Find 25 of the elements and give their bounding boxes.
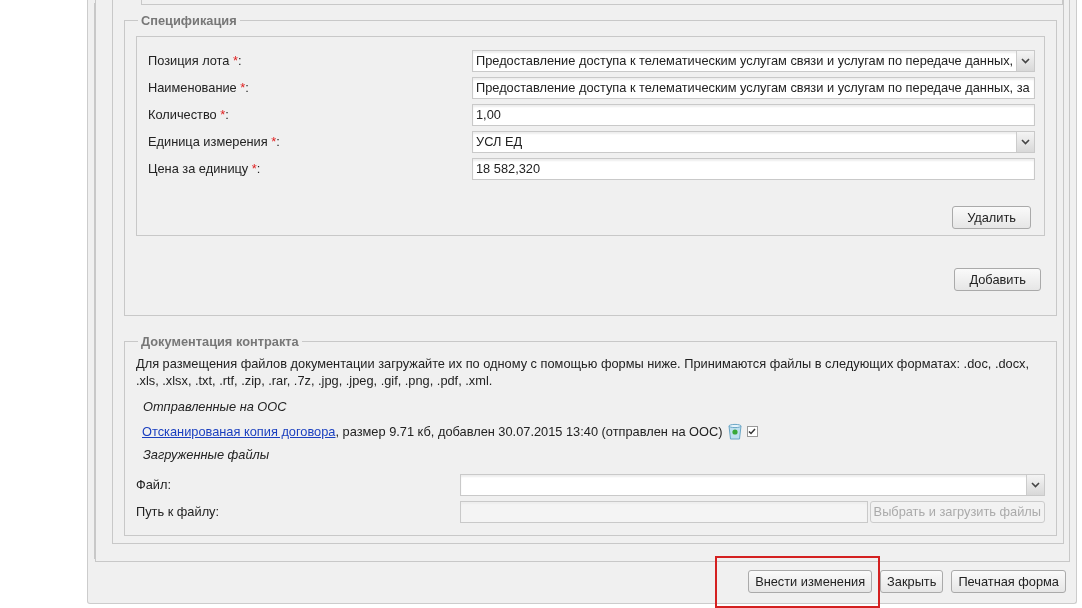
field-label: Путь к файлу:	[136, 504, 221, 519]
dropdown-field[interactable]	[460, 473, 1045, 496]
field-label: Файл:	[136, 477, 173, 492]
field-label: Цена за единицу *:	[148, 161, 262, 176]
dropdown-field[interactable]: Предоставление доступа к телематическим услугам связи и услугам по передаче данных,	[472, 49, 1035, 72]
file-details: , размер 9.71 кб, добавлен 30.07.2015 13:40 (отправлен на ООС)	[335, 424, 723, 439]
section-title: Документация контракта	[140, 334, 300, 349]
subsection-title: Отправленные на ООС	[142, 399, 288, 414]
checkbox[interactable]	[746, 426, 758, 437]
instructions-text: Для размещения файлов документации загружайте их по одному с помощью формы ниже. Принимаются файлы в следующих форматах: .doc, .docx, .xls, .xlsx, .txt, .rtf, .zip, .rar, .7z, .jpg, .jpeg, .gif, .png, .pdf, .xml.	[136, 355, 1031, 389]
delete-button[interactable]: Удалить	[952, 206, 1031, 229]
section-title: Спецификация	[140, 13, 238, 28]
footer-button[interactable]: Закрыть	[880, 570, 944, 593]
input-field[interactable]: 18 582,320	[472, 157, 1035, 180]
dropdown-field[interactable]: УСЛ ЕД	[472, 130, 1035, 153]
field-label: Количество *:	[148, 107, 230, 122]
input-field[interactable]: 1,00	[472, 103, 1035, 126]
input-field[interactable]: Предоставление доступа к телематическим услугам связи и услугам по передаче данных, за	[472, 76, 1035, 99]
footer-button[interactable]: Печатная форма	[951, 570, 1066, 593]
add-button[interactable]: Добавить	[954, 268, 1041, 291]
subsection-title: Загруженные файлы	[142, 447, 271, 462]
field-label: Позиция лота *:	[148, 53, 243, 68]
footer-button[interactable]: Внести изменения	[748, 570, 873, 593]
field-label: Наименование *:	[148, 80, 250, 95]
field-label: Единица измерения *:	[148, 134, 281, 149]
